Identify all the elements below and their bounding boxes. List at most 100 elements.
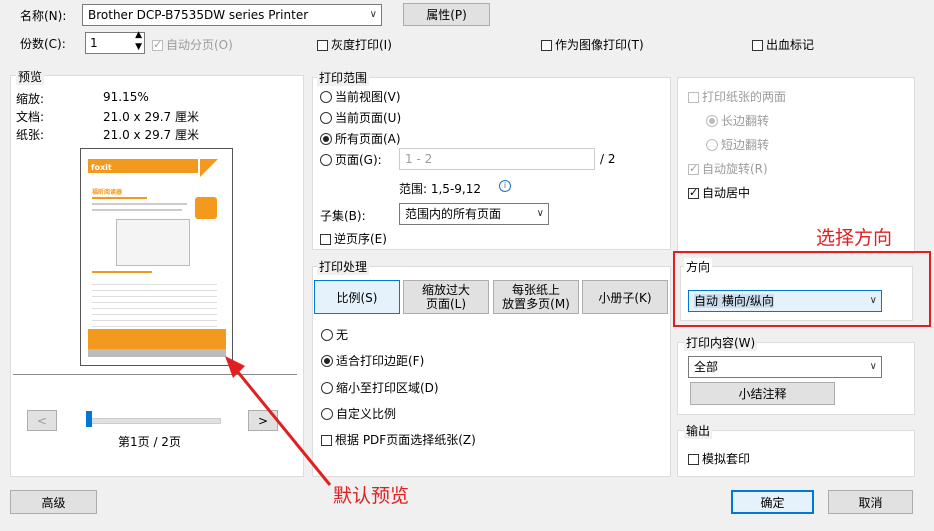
info-icon: i (499, 180, 511, 192)
reverse-order-label: 逆页序(E) (334, 232, 387, 246)
auto-center-label: 自动居中 (702, 186, 751, 200)
tab-oversize-pages[interactable]: 缩放过大 页面(L) (403, 280, 489, 314)
checkbox-icon (152, 38, 163, 51)
pages-radio[interactable]: 页面(G): (320, 151, 382, 168)
zoom-value: 91.15% (103, 90, 149, 104)
checkbox-icon (688, 92, 699, 103)
page-preview-thumbnail: foxit 福昕阅读器 (80, 148, 233, 366)
current-view-label: 当前视图(V) (335, 90, 401, 104)
current-page-radio[interactable]: 当前页面(U) (320, 109, 401, 126)
paper-size-value: 21.0 x 29.7 厘米 (103, 128, 199, 142)
print-as-image-label: 作为图像打印(T) (555, 38, 644, 52)
subset-label: 子集(B): (320, 209, 366, 223)
zoom-label: 缩放: (16, 92, 45, 106)
checkbox-icon (688, 186, 699, 199)
thumbnail-heading: 福昕阅读器 (92, 189, 123, 196)
both-sides-checkbox[interactable]: 打印纸张的两面 (688, 88, 786, 105)
tab-multiple-pages[interactable]: 每张纸上 放置多页(M) (493, 280, 579, 314)
range-hint: 范围: 1,5-9,12 (399, 182, 481, 196)
checkbox-icon (688, 162, 699, 175)
ok-button[interactable]: 确定 (731, 490, 814, 514)
radio-icon (320, 154, 332, 166)
auto-rotate-checkbox[interactable]: 自动旋转(R) (688, 160, 768, 177)
auto-rotate-label: 自动旋转(R) (702, 162, 768, 176)
auto-center-checkbox[interactable]: 自动居中 (688, 184, 750, 201)
subset-select[interactable]: 范围内的所有页面 ∨ (399, 203, 549, 225)
collate-checkbox[interactable]: 自动分页(O) (152, 36, 233, 53)
summarize-comments-button[interactable]: 小结注释 (690, 382, 835, 405)
tab-booklet[interactable]: 小册子(K) (582, 280, 668, 314)
both-sides-label: 打印纸张的两面 (702, 90, 787, 104)
orientation-title: 方向 (684, 258, 713, 275)
copies-label: 份数(C): (20, 37, 66, 51)
radio-icon (321, 329, 333, 341)
all-pages-label: 所有页面(A) (335, 132, 401, 146)
thumbnail-text-line (92, 197, 147, 199)
print-range-title: 打印范围 (317, 69, 370, 86)
pdf-paper-checkbox[interactable]: 根据 PDF页面选择纸张(Z) (321, 431, 476, 448)
page-slider-thumb[interactable] (86, 411, 92, 427)
thumbnail-header-bar: foxit (88, 159, 198, 173)
document-size-value: 21.0 x 29.7 厘米 (103, 110, 199, 124)
scale-none-radio[interactable]: 无 (321, 326, 348, 343)
thumbnail-brand: foxit (91, 163, 112, 172)
copies-value: 1 (90, 36, 98, 50)
pages-input[interactable]: 1 - 2 (399, 148, 595, 170)
tab-scale[interactable]: 比例(S) (314, 280, 400, 314)
chevron-down-icon: ∨ (536, 208, 544, 219)
radio-icon (320, 112, 332, 124)
paper-size-label: 纸张: (16, 128, 45, 142)
long-edge-label: 长边翻转 (721, 114, 770, 128)
fit-margins-label: 适合打印边距(F) (336, 354, 425, 368)
printer-select[interactable]: Brother DCP-B7535DW series Printer ∨ (82, 4, 382, 26)
radio-icon (706, 115, 718, 127)
print-content-title: 打印内容(W) (684, 334, 758, 351)
previous-page-button[interactable]: < (27, 410, 57, 431)
properties-button[interactable]: 属性(P) (403, 3, 490, 26)
grayscale-label: 灰度打印(I) (331, 38, 392, 52)
reverse-order-checkbox[interactable]: 逆页序(E) (320, 230, 387, 247)
all-pages-radio[interactable]: 所有页面(A) (320, 130, 401, 147)
shrink-label: 缩小至打印区域(D) (336, 381, 439, 395)
grayscale-checkbox[interactable]: 灰度打印(I) (317, 36, 392, 53)
thumbnail-text-line (92, 203, 187, 205)
simulate-overprint-checkbox[interactable]: 模拟套印 (688, 450, 750, 467)
checkbox-icon (320, 234, 331, 245)
pages-label: 页面(G): (335, 153, 382, 167)
thumbnail-screenshot (116, 219, 190, 266)
chevron-down-icon: ∨ (869, 295, 877, 306)
short-edge-label: 短边翻转 (721, 138, 770, 152)
checkbox-icon (541, 40, 552, 51)
page-indicator: 第1页 / 2页 (118, 435, 181, 449)
custom-scale-label: 自定义比例 (336, 407, 397, 421)
orientation-annotation: 选择方向 (816, 227, 893, 249)
print-content-select[interactable]: 全部 ∨ (688, 356, 882, 378)
collate-label: 自动分页(O) (166, 38, 233, 52)
radio-icon (706, 139, 718, 151)
radio-icon (320, 91, 332, 103)
print-content-value: 全部 (694, 360, 719, 374)
current-view-radio[interactable]: 当前视图(V) (320, 88, 401, 105)
subset-value: 范围内的所有页面 (405, 207, 502, 221)
chevron-down-icon: ∨ (369, 9, 377, 20)
orientation-select[interactable]: 自动 横向/纵向 ∨ (688, 290, 882, 312)
shrink-radio[interactable]: 缩小至打印区域(D) (321, 379, 439, 396)
print-as-image-checkbox[interactable]: 作为图像打印(T) (541, 36, 644, 53)
thumbnail-footer-shadow (88, 349, 226, 357)
stepper-arrows-icon[interactable]: ▲ ▼ (135, 29, 142, 53)
output-title: 输出 (684, 422, 713, 439)
simulate-overprint-label: 模拟套印 (702, 452, 751, 466)
advanced-button[interactable]: 高级 (10, 490, 97, 514)
short-edge-radio[interactable]: 短边翻转 (706, 136, 769, 153)
current-page-label: 当前页面(U) (335, 111, 402, 125)
checkbox-icon (752, 40, 763, 51)
page-slider-track[interactable] (87, 418, 221, 424)
bleed-marks-checkbox[interactable]: 出血标记 (752, 36, 814, 53)
long-edge-radio[interactable]: 长边翻转 (706, 112, 769, 129)
cancel-button[interactable]: 取消 (828, 490, 913, 514)
thumbnail-text-line (92, 271, 152, 273)
copies-stepper[interactable]: 1 ▲ ▼ (85, 29, 145, 54)
printer-select-value: Brother DCP-B7535DW series Printer (88, 8, 309, 22)
thumbnail-footer-bar (88, 329, 226, 349)
fit-margins-radio[interactable]: 适合打印边距(F) (321, 352, 424, 369)
